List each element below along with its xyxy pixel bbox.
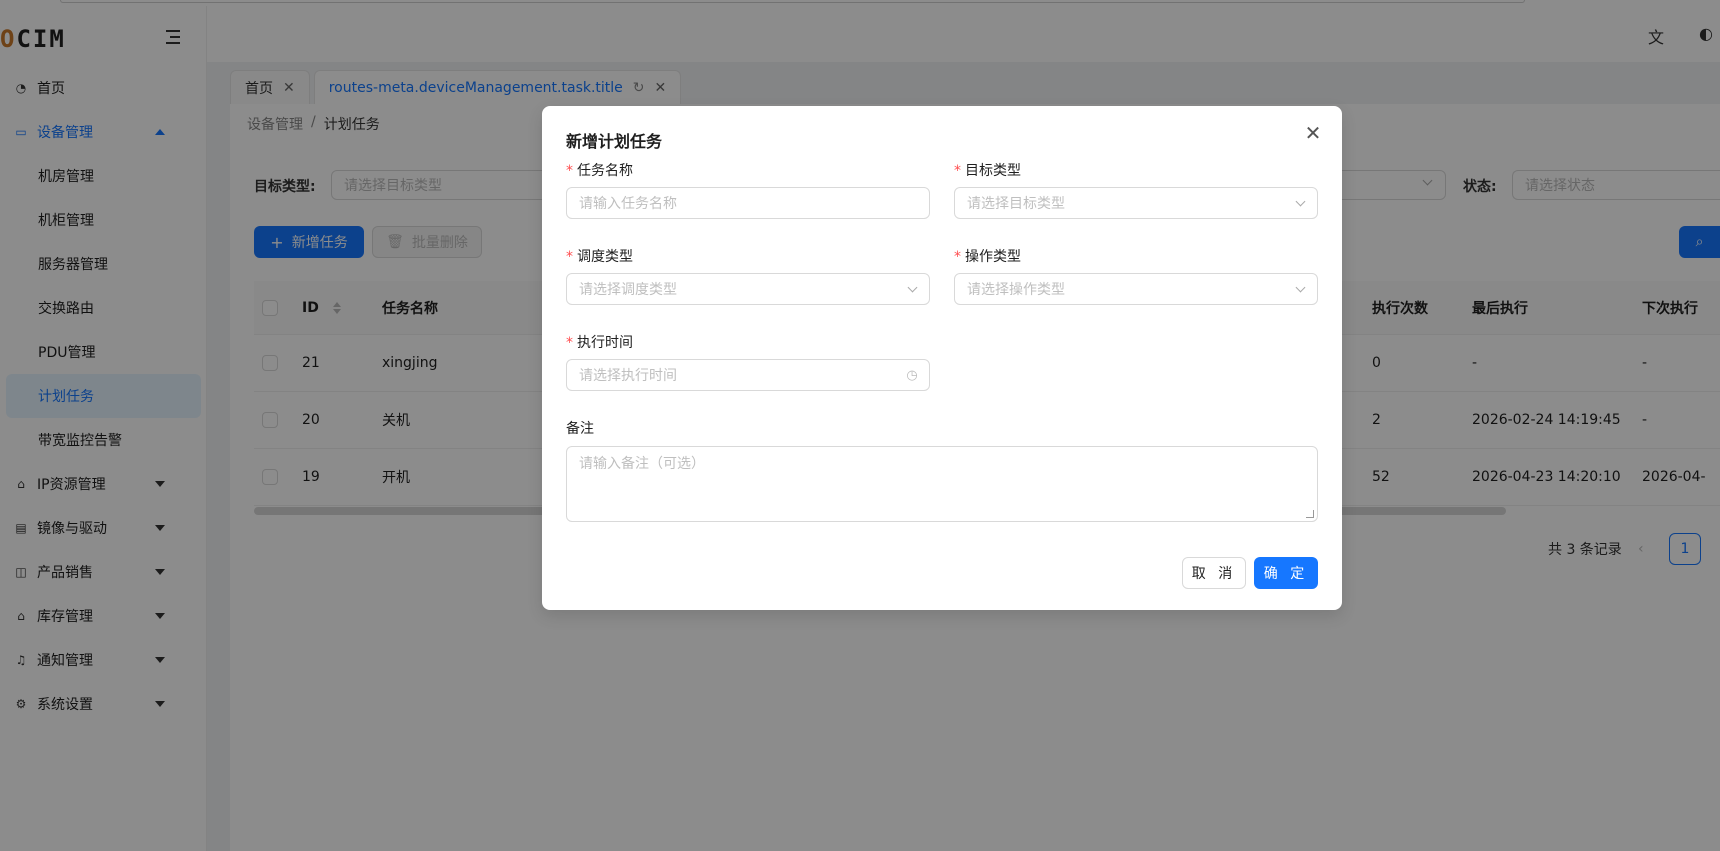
operation-type-select[interactable]: 请选择操作类型 (954, 273, 1318, 305)
schedule-type-select[interactable]: 请选择调度类型 (566, 273, 930, 305)
label-text: 目标类型 (965, 163, 1021, 179)
placeholder: 请输入备注（可选） (579, 456, 705, 472)
add-task-modal: 新增计划任务 ✕ * 任务名称 请输入任务名称 * 目标类型 请选择目标类型 * 调度… (542, 106, 1342, 610)
modal-title: 新增计划任务 (566, 132, 663, 151)
required-mark: * (954, 163, 961, 179)
label-text: 调度类型 (577, 249, 633, 265)
label-text: 任务名称 (577, 163, 633, 179)
required-mark: * (566, 163, 573, 179)
label-text: 执行时间 (577, 335, 633, 351)
chevron-down-icon (1293, 282, 1307, 296)
close-icon[interactable]: ✕ (1302, 122, 1324, 144)
resize-handle-icon[interactable] (1306, 510, 1314, 518)
exec-time-label: * 执行时间 (566, 332, 633, 352)
placeholder: 请输入任务名称 (579, 196, 677, 212)
target-type-select[interactable]: 请选择目标类型 (954, 187, 1318, 219)
task-name-label: * 任务名称 (566, 160, 633, 180)
remark-textarea[interactable]: 请输入备注（可选） (566, 446, 1318, 522)
required-mark: * (566, 335, 573, 351)
cancel-button[interactable]: 取 消 (1182, 557, 1246, 589)
placeholder: 请选择调度类型 (579, 282, 677, 298)
chevron-down-icon (905, 282, 919, 296)
chevron-down-icon (1293, 196, 1307, 210)
clock-icon: ◷ (906, 367, 918, 383)
required-mark: * (954, 249, 961, 265)
required-mark: * (566, 249, 573, 265)
confirm-button[interactable]: 确 定 (1254, 557, 1318, 589)
exec-time-picker[interactable]: 请选择执行时间 ◷ (566, 359, 930, 391)
task-name-input[interactable]: 请输入任务名称 (566, 187, 930, 219)
remark-label: 备注 (566, 421, 594, 437)
placeholder: 请选择操作类型 (967, 282, 1065, 298)
label-text: 操作类型 (965, 249, 1021, 265)
operation-type-label: * 操作类型 (954, 246, 1021, 266)
placeholder: 请选择执行时间 (579, 368, 677, 384)
target-type-label: * 目标类型 (954, 160, 1021, 180)
schedule-type-label: * 调度类型 (566, 246, 633, 266)
placeholder: 请选择目标类型 (967, 196, 1065, 212)
